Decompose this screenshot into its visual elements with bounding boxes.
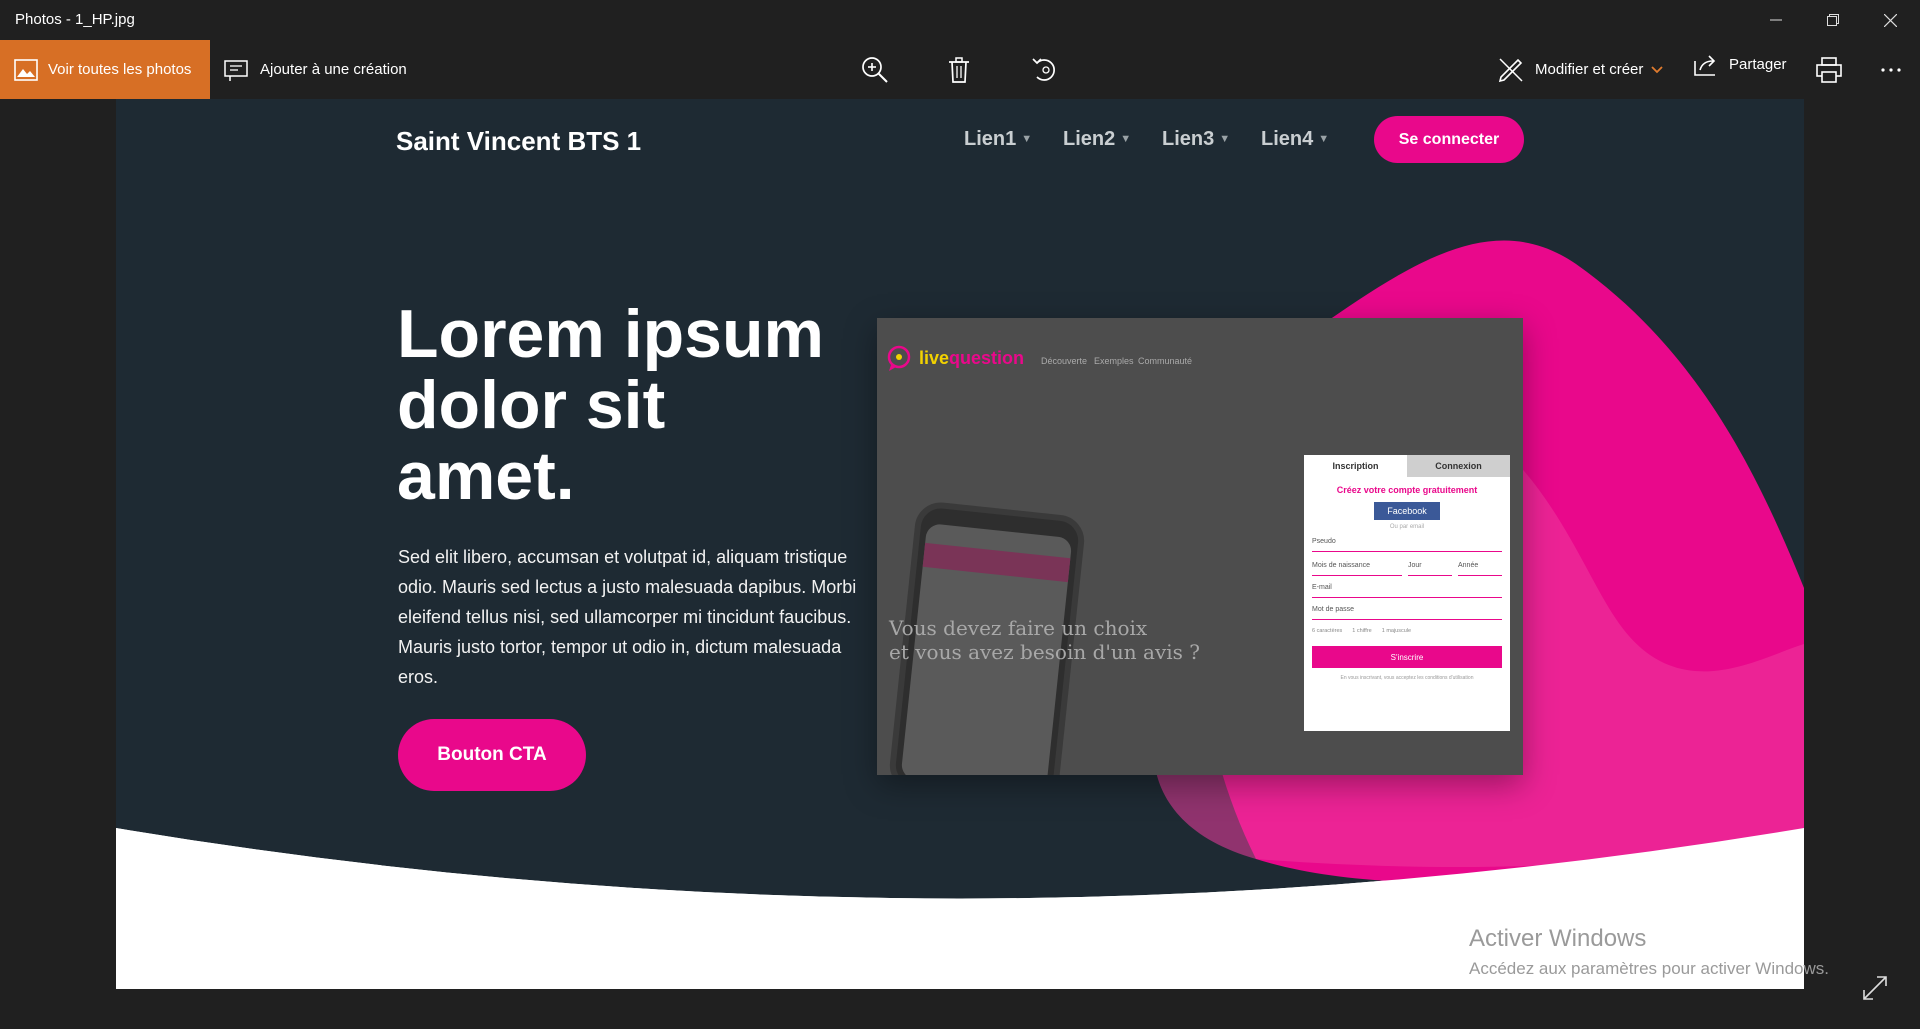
email-field: E-mail xyxy=(1312,584,1502,598)
preview-nav-exemples: Exemples xyxy=(1094,356,1134,366)
expand-icon xyxy=(1863,976,1887,1000)
window-title: Photos - 1_HP.jpg xyxy=(15,11,135,28)
caret-down-icon: ▼ xyxy=(1021,133,1033,145)
print-icon xyxy=(1816,57,1842,83)
zoom-in-icon xyxy=(862,57,888,83)
activate-windows-text: Accédez aux paramètres pour activer Wind… xyxy=(1469,959,1829,978)
preview-tagline: Vous devez faire un choix et vous avez b… xyxy=(889,616,1200,664)
caret-down-icon: ▼ xyxy=(1120,133,1132,145)
print-button[interactable] xyxy=(1811,52,1847,88)
cta-button[interactable]: Bouton CTA xyxy=(398,719,586,791)
title-bar: Photos - 1_HP.jpg xyxy=(0,0,1920,40)
edit-create-icon xyxy=(1498,57,1523,82)
caret-down-icon: ▼ xyxy=(1318,133,1330,145)
add-to-creation-button[interactable]: Ajouter à une création xyxy=(224,40,407,99)
minimize-button[interactable] xyxy=(1748,0,1804,40)
birth-year-field: Année xyxy=(1458,562,1502,576)
photos-icon xyxy=(14,58,38,81)
share-button[interactable]: Partager xyxy=(1693,35,1787,94)
edit-and-create-label: Modifier et créer xyxy=(1535,61,1644,78)
hero-title: Lorem ipsum dolor sit amet. xyxy=(397,296,824,514)
view-all-photos-button[interactable]: Voir toutes les photos xyxy=(0,40,210,99)
close-button[interactable] xyxy=(1862,0,1918,40)
nav-lien4-label: Lien4 xyxy=(1261,128,1314,150)
tagline-line-1: Vous devez faire un choix xyxy=(889,616,1148,640)
restore-button[interactable] xyxy=(1805,0,1861,40)
nav-lien3-label: Lien3 xyxy=(1162,128,1215,150)
nav-lien2[interactable]: Lien2 ▼ xyxy=(1063,128,1131,151)
nav-lien4[interactable]: Lien4 ▼ xyxy=(1261,128,1329,151)
hint-uppercase: 1 majuscule xyxy=(1381,628,1412,634)
hint-digit: 1 chiffre xyxy=(1352,628,1372,634)
nav-lien2-label: Lien2 xyxy=(1063,128,1116,150)
nav-lien1-label: Lien1 xyxy=(964,128,1017,150)
preview-nav-decouverte: Découverte xyxy=(1041,356,1088,366)
more-icon xyxy=(1881,68,1901,72)
nav-lien1[interactable]: Lien1 ▼ xyxy=(964,128,1032,151)
birth-day-field: Jour xyxy=(1408,562,1452,576)
birth-month-field: Mois de naissance xyxy=(1312,562,1402,576)
chevron-down-icon xyxy=(1651,65,1664,73)
password-field: Mot de passe xyxy=(1312,606,1502,620)
facebook-button: Facebook xyxy=(1374,502,1440,520)
tab-connexion: Connexion xyxy=(1407,455,1510,477)
restore-icon xyxy=(1827,14,1839,26)
logo-question: question xyxy=(949,348,1025,368)
fullscreen-button[interactable] xyxy=(1862,975,1888,1001)
share-icon xyxy=(1694,54,1716,76)
site-logo[interactable]: Saint Vincent BTS 1 xyxy=(396,126,641,157)
delete-button[interactable] xyxy=(941,52,977,88)
caret-down-icon: ▼ xyxy=(1219,133,1231,145)
preview-nav-communaute: Communauté xyxy=(1138,356,1193,366)
close-icon xyxy=(1883,13,1897,27)
signup-form: Inscription Connexion Créez votre compte… xyxy=(1304,455,1510,731)
share-label: Partager xyxy=(1729,56,1787,73)
logo-live: live xyxy=(919,348,950,368)
rotate-button[interactable] xyxy=(1027,52,1063,88)
hero-text: Sed elit libero, accumsan et volutpat id… xyxy=(398,547,857,687)
photo-viewer[interactable]: Saint Vincent BTS 1 Lien1 ▼ Lien2 ▼ Lien3 ▼… xyxy=(116,99,1804,989)
livequestion-logo-icon xyxy=(887,345,911,371)
tagline-line-2: et vous avez besoin d'un avis ? xyxy=(889,640,1200,664)
add-to-creation-label: Ajouter à une création xyxy=(260,61,407,78)
form-heading: Créez votre compte gratuitement xyxy=(1336,485,1478,495)
rotate-icon xyxy=(1032,58,1055,81)
legal-text: En vous inscrivant, vous acceptez les co… xyxy=(1340,675,1474,681)
toolbar: Voir toutes les photos Ajouter à une cré… xyxy=(0,40,1920,99)
signup-submit-button: S'inscrire xyxy=(1312,646,1502,668)
edit-and-create-button[interactable]: Modifier et créer xyxy=(1497,40,1664,99)
add-creation-icon xyxy=(224,59,248,81)
livequestion-logo: livequestion xyxy=(919,348,1024,369)
view-all-photos-label: Voir toutes les photos xyxy=(48,61,192,78)
delete-icon xyxy=(949,57,969,83)
connect-button[interactable]: Se connecter xyxy=(1374,116,1524,163)
zoom-in-button[interactable] xyxy=(857,52,893,88)
nav-lien3[interactable]: Lien3 ▼ xyxy=(1162,128,1230,151)
hint-characters: 6 caractères xyxy=(1312,628,1343,634)
tab-inscription: Inscription xyxy=(1304,455,1407,477)
more-options-button[interactable] xyxy=(1873,52,1909,88)
livequestion-preview: livequestion Découverte Exemples Communa… xyxy=(877,318,1523,775)
pseudo-field: Pseudo xyxy=(1312,538,1502,552)
or-email-label: Ou par email xyxy=(1389,524,1425,530)
minimize-icon xyxy=(1770,19,1782,21)
activate-windows-title: Activer Windows xyxy=(1469,925,1647,952)
